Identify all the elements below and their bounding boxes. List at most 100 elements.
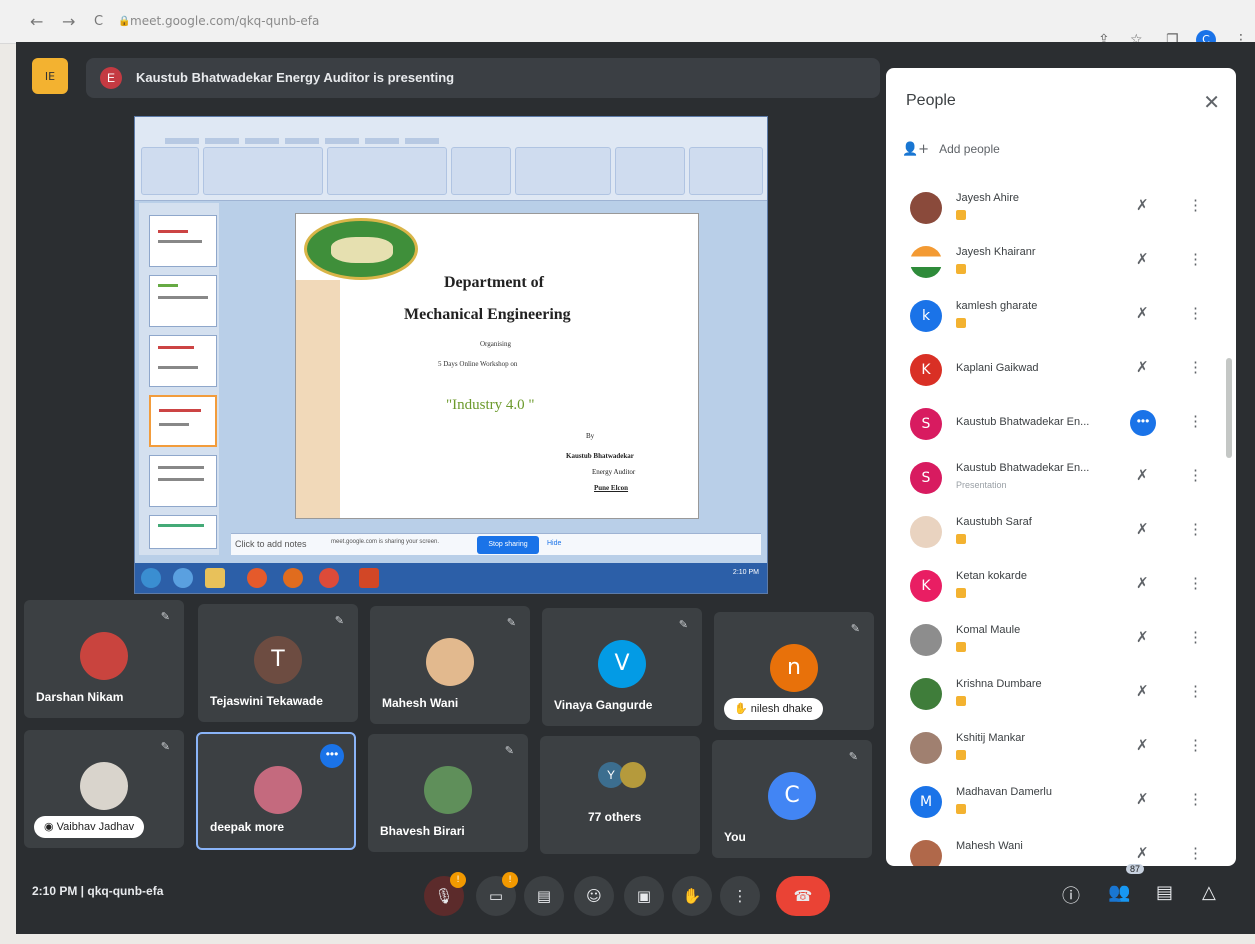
kebab-menu-icon[interactable]: ⋮ [1188, 466, 1203, 484]
list-item[interactable]: Jayesh Khairanr ✗ ⋮ [886, 236, 1236, 290]
self-tile[interactable]: ✎ C You [712, 740, 872, 858]
slide-heading-1: Department of [444, 274, 544, 291]
participant-name: Mahesh Wani [956, 840, 1023, 852]
participant-tile[interactable]: ✎ Bhavesh Birari [368, 734, 528, 852]
participant-tile[interactable]: ✎ T Tejaswini Tekawade [198, 604, 358, 722]
powerpoint-ribbon [135, 117, 767, 201]
close-icon[interactable]: ✕ [1203, 90, 1220, 114]
captions-button[interactable]: ▤ [524, 876, 564, 916]
participant-tile[interactable]: ✎ ◉ Vaibhav Jadhav [24, 730, 184, 848]
list-item[interactable]: Kshitij Mankar ✗ ⋮ [886, 722, 1236, 776]
college-emblem [304, 218, 418, 280]
add-people-button[interactable]: 👤+ Add people [902, 142, 1000, 157]
kebab-menu-icon[interactable]: ⋮ [1188, 304, 1203, 322]
kebab-menu-icon[interactable]: ⋮ [1188, 574, 1203, 592]
avatar [424, 766, 472, 814]
warning-icon: ! [450, 872, 466, 888]
mic-off-icon: ✗ [1136, 682, 1149, 700]
slide-thumbnail[interactable] [149, 215, 217, 267]
folder-icon[interactable] [205, 568, 225, 588]
powerpoint-icon[interactable] [359, 568, 379, 588]
chrome-icon[interactable] [319, 568, 339, 588]
kebab-menu-icon[interactable]: ⋮ [1188, 520, 1203, 538]
chat-icon[interactable]: ▤ [1156, 882, 1173, 903]
taskbar-clock: 2:10 PM [732, 569, 759, 576]
others-tile[interactable]: Y 77 others [540, 736, 700, 854]
list-item[interactable]: S Kaustub Bhatwadekar En... ••• ⋮ [886, 398, 1236, 452]
mic-off-icon: ✎ [504, 745, 514, 757]
slide-workshop: 5 Days Online Workshop on [438, 360, 518, 368]
forward-icon[interactable]: → [62, 12, 75, 31]
slide-role: Energy Auditor [592, 468, 636, 476]
notes-pane[interactable]: Click to add notes meet.google.com is sh… [231, 533, 761, 555]
list-item[interactable]: k kamlesh gharate ✗ ⋮ [886, 290, 1236, 344]
slide-thumbnail[interactable] [149, 455, 217, 507]
slide-thumbnail[interactable] [149, 275, 217, 327]
meet-window: IE E Kaustub Bhatwadekar Energy Auditor … [16, 42, 1255, 934]
kebab-menu-icon[interactable]: ⋮ [1188, 628, 1203, 646]
participant-tile[interactable]: ✎ Mahesh Wani [370, 606, 530, 724]
slide-thumbnail[interactable] [149, 335, 217, 387]
emoji-button[interactable]: ☺ [574, 876, 614, 916]
people-icon[interactable]: 👥 [1108, 882, 1130, 903]
hide-button[interactable]: Hide [547, 540, 561, 547]
avatar: M [910, 786, 942, 818]
slide-thumbnail-selected[interactable] [149, 395, 217, 447]
kebab-menu-icon[interactable]: ⋮ [1188, 412, 1203, 430]
list-item[interactable]: Jayesh Ahire ✗ ⋮ [886, 182, 1236, 236]
participant-tile[interactable]: ••• deepak more [196, 732, 356, 850]
participant-name: Krishna Dumbare [956, 678, 1042, 690]
more-options-icon[interactable]: ••• [320, 744, 344, 768]
slide-topic: "Industry 4.0 " [446, 397, 535, 413]
raise-hand-button[interactable]: ✋ [672, 876, 712, 916]
mic-button[interactable]: 🎙! [424, 872, 466, 916]
slide-thumbnail[interactable] [149, 515, 217, 549]
participant-name: Komal Maule [956, 624, 1021, 636]
activities-icon[interactable]: △ [1202, 882, 1216, 903]
back-icon[interactable]: ← [30, 12, 43, 31]
present-button[interactable]: ▣ [624, 876, 664, 916]
kebab-menu-icon[interactable]: ⋮ [1188, 250, 1203, 268]
avatar: k [910, 300, 942, 332]
participant-name: Kaustub Bhatwadekar En... [956, 462, 1090, 474]
mic-off-icon: ✗ [1136, 844, 1149, 862]
kebab-menu-icon[interactable]: ⋮ [1188, 736, 1203, 754]
participant-tile[interactable]: ✎ n ✋ nilesh dhake [714, 612, 874, 730]
panel-title: People [906, 92, 956, 109]
hang-up-button[interactable]: ☎ [776, 876, 830, 916]
list-item[interactable]: K Kaplani Gaikwad ✗ ⋮ [886, 344, 1236, 398]
stop-sharing-button[interactable]: Stop sharing [477, 536, 539, 554]
list-item[interactable]: Krishna Dumbare ✗ ⋮ [886, 668, 1236, 722]
list-item[interactable]: K Ketan kokarde ✗ ⋮ [886, 560, 1236, 614]
participant-name: Kshitij Mankar [956, 732, 1026, 744]
participant-name: Jayesh Khairanr [956, 246, 1036, 258]
reload-icon[interactable]: C [94, 14, 103, 29]
media-icon[interactable] [247, 568, 267, 588]
kebab-menu-icon[interactable]: ⋮ [1188, 844, 1203, 862]
mic-off-icon: ✗ [1136, 574, 1149, 592]
address-bar[interactable]: meet.google.com/qkq-qunb-efa [130, 14, 319, 28]
mic-off-icon: ✎ [334, 615, 344, 627]
kebab-menu-icon[interactable]: ⋮ [1188, 682, 1203, 700]
scrollbar[interactable] [1226, 358, 1232, 458]
participant-name: Kaustubh Saraf [956, 516, 1032, 528]
firefox-icon[interactable] [283, 568, 303, 588]
kebab-menu-icon[interactable]: ⋮ [1188, 196, 1203, 214]
kebab-menu-icon[interactable]: ⋮ [1188, 790, 1203, 808]
slide-thumbnails [139, 203, 219, 555]
list-item[interactable]: Kaustubh Saraf ✗ ⋮ [886, 506, 1236, 560]
mic-off-icon: ✗ [1136, 628, 1149, 646]
participant-tile[interactable]: ✎ V Vinaya Gangurde [542, 608, 702, 726]
camera-button[interactable]: ▭! [476, 872, 518, 916]
list-item[interactable]: Komal Maule ✗ ⋮ [886, 614, 1236, 668]
start-icon[interactable] [141, 568, 161, 588]
notes-placeholder: Click to add notes [235, 539, 307, 549]
list-item[interactable]: Mahesh Wani ✗ ⋮ [886, 830, 1236, 866]
participant-tile[interactable]: ✎ Darshan Nikam [24, 600, 184, 718]
kebab-menu-icon[interactable]: ⋮ [1188, 358, 1203, 376]
more-options-button[interactable]: ⋮ [720, 876, 760, 916]
info-icon[interactable]: ⓘ [1062, 882, 1080, 908]
list-item[interactable]: S Kaustub Bhatwadekar En... Presentation… [886, 452, 1236, 506]
list-item[interactable]: M Madhavan Damerlu ✗ ⋮ [886, 776, 1236, 830]
ie-icon[interactable] [173, 568, 193, 588]
